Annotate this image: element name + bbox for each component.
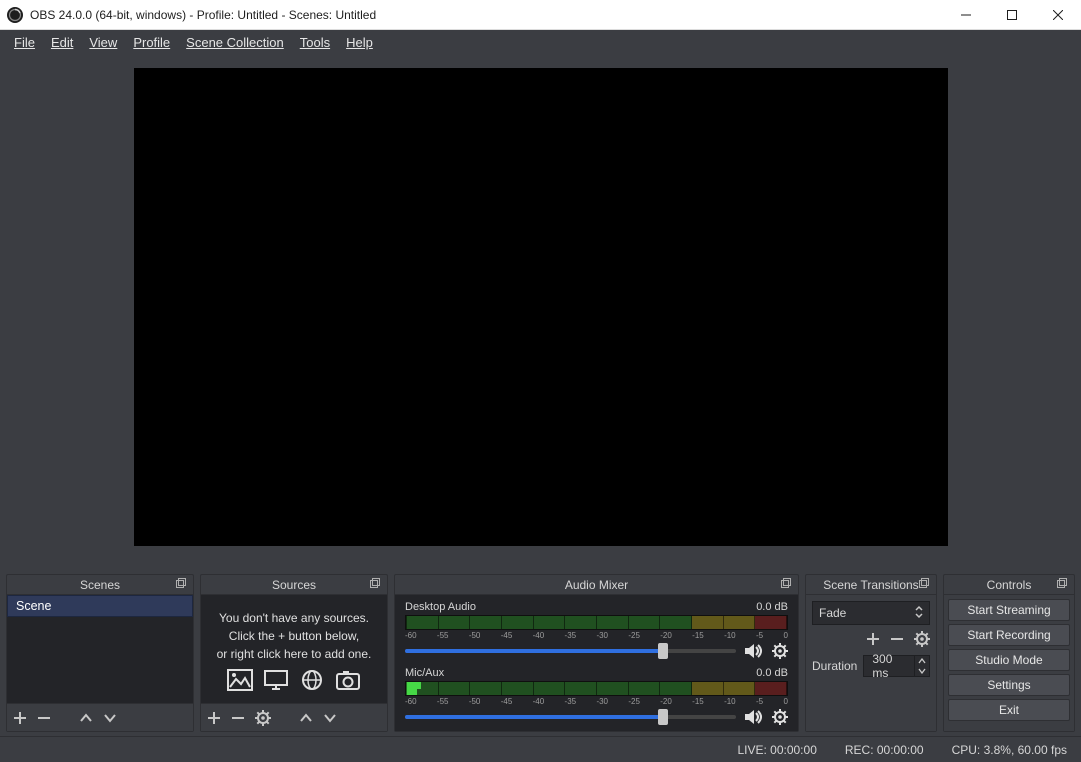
source-properties-button[interactable] (255, 710, 271, 726)
transitions-panel: Scene Transitions Fade Duration 300 ms (805, 574, 937, 732)
mixer-panel-title: Audio Mixer (565, 578, 628, 592)
scenes-panel-header: Scenes (7, 575, 193, 595)
remove-transition-button[interactable] (890, 632, 904, 646)
audio-meter (405, 681, 788, 696)
undock-icon[interactable] (1056, 577, 1070, 591)
transitions-panel-title: Scene Transitions (823, 578, 918, 592)
settings-button[interactable]: Settings (948, 674, 1070, 696)
sources-panel-header: Sources (201, 575, 387, 595)
spinbox-up-icon[interactable] (915, 656, 929, 666)
menu-tools[interactable]: Tools (292, 30, 338, 56)
scene-item[interactable]: Scene (7, 595, 193, 617)
track-db: 0.0 dB (756, 667, 788, 679)
close-button[interactable] (1035, 0, 1081, 30)
menu-scene-collection[interactable]: Scene Collection (178, 30, 292, 56)
menu-profile[interactable]: Profile (125, 30, 178, 56)
track-name: Mic/Aux (405, 667, 444, 679)
audio-meter (405, 615, 788, 630)
maximize-button[interactable] (989, 0, 1035, 30)
track-db: 0.0 dB (756, 601, 788, 613)
add-scene-button[interactable] (13, 711, 27, 725)
menu-view[interactable]: View (81, 30, 125, 56)
controls-panel-title: Controls (987, 578, 1032, 592)
menubar: File Edit View Profile Scene Collection … (0, 30, 1081, 56)
transition-select[interactable]: Fade (812, 601, 930, 625)
obs-app-icon (6, 6, 24, 24)
scenes-toolbar (7, 703, 193, 731)
audio-settings-button[interactable] (772, 643, 788, 659)
move-source-up-button[interactable] (299, 713, 313, 723)
transition-properties-button[interactable] (914, 631, 930, 647)
preview-canvas[interactable] (134, 68, 948, 546)
menu-edit[interactable]: Edit (43, 30, 81, 56)
volume-slider[interactable] (405, 715, 736, 719)
statusbar: LIVE: 00:00:00 REC: 00:00:00 CPU: 3.8%, … (0, 736, 1081, 762)
audio-track-mic: Mic/Aux 0.0 dB -60-55-50-45-40-35-30-25-… (405, 667, 788, 725)
undock-icon[interactable] (918, 577, 932, 591)
duration-label: Duration (812, 659, 857, 673)
sources-empty-text: You don't have any sources. (211, 609, 377, 627)
audio-mixer-panel: Audio Mixer Desktop Audio 0.0 dB -60-55-… (394, 574, 799, 732)
dock: Scenes Scene Sources You don't have any … (0, 574, 1081, 736)
status-rec: REC: 00:00:00 (845, 743, 924, 757)
undock-icon[interactable] (369, 577, 383, 591)
tick-labels: -60-55-50-45-40-35-30-25-20-15-10-50 (405, 631, 788, 640)
add-source-button[interactable] (207, 711, 221, 725)
start-recording-button[interactable]: Start Recording (948, 624, 1070, 646)
controls-panel: Controls Start Streaming Start Recording… (943, 574, 1075, 732)
transitions-panel-header: Scene Transitions (806, 575, 936, 595)
duration-spinbox[interactable]: 300 ms (863, 655, 930, 677)
mixer-body: Desktop Audio 0.0 dB -60-55-50-45-40-35-… (395, 595, 798, 731)
move-source-down-button[interactable] (323, 713, 337, 723)
sources-toolbar (201, 703, 387, 731)
move-scene-down-button[interactable] (103, 713, 117, 723)
chevron-updown-icon (915, 605, 923, 622)
sources-list[interactable]: You don't have any sources. Click the + … (201, 595, 387, 703)
titlebar: OBS 24.0.0 (64-bit, windows) - Profile: … (0, 0, 1081, 30)
scenes-panel: Scenes Scene (6, 574, 194, 732)
move-scene-up-button[interactable] (79, 713, 93, 723)
add-transition-button[interactable] (866, 632, 880, 646)
sources-panel-title: Sources (272, 578, 316, 592)
status-live: LIVE: 00:00:00 (737, 743, 816, 757)
track-name: Desktop Audio (405, 601, 476, 613)
tick-labels: -60-55-50-45-40-35-30-25-20-15-10-50 (405, 697, 788, 706)
browser-source-icon (299, 669, 325, 691)
sources-empty-text: Click the + button below, (211, 627, 377, 645)
image-source-icon (227, 669, 253, 691)
minimize-button[interactable] (943, 0, 989, 30)
spinbox-down-icon[interactable] (915, 666, 929, 676)
mute-button[interactable] (744, 709, 764, 725)
controls-panel-header: Controls (944, 575, 1074, 595)
volume-slider[interactable] (405, 649, 736, 653)
remove-source-button[interactable] (231, 711, 245, 725)
undock-icon[interactable] (175, 577, 189, 591)
scenes-panel-title: Scenes (80, 578, 120, 592)
mixer-panel-header: Audio Mixer (395, 575, 798, 595)
remove-scene-button[interactable] (37, 711, 51, 725)
window-title: OBS 24.0.0 (64-bit, windows) - Profile: … (30, 8, 376, 22)
exit-button[interactable]: Exit (948, 699, 1070, 721)
undock-icon[interactable] (780, 577, 794, 591)
display-source-icon (263, 669, 289, 691)
transitions-body: Fade Duration 300 ms (806, 595, 936, 731)
studio-mode-button[interactable]: Studio Mode (948, 649, 1070, 671)
preview-area (0, 56, 1081, 574)
mute-button[interactable] (744, 643, 764, 659)
sources-panel: Sources You don't have any sources. Clic… (200, 574, 388, 732)
controls-body: Start Streaming Start Recording Studio M… (944, 595, 1074, 731)
sources-empty-text: or right click here to add one. (211, 645, 377, 663)
menu-file[interactable]: File (6, 30, 43, 56)
status-cpu: CPU: 3.8%, 60.00 fps (952, 743, 1067, 757)
audio-track-desktop: Desktop Audio 0.0 dB -60-55-50-45-40-35-… (405, 601, 788, 659)
audio-settings-button[interactable] (772, 709, 788, 725)
start-streaming-button[interactable]: Start Streaming (948, 599, 1070, 621)
menu-help[interactable]: Help (338, 30, 381, 56)
scenes-list[interactable]: Scene (7, 595, 193, 703)
camera-source-icon (335, 669, 361, 691)
